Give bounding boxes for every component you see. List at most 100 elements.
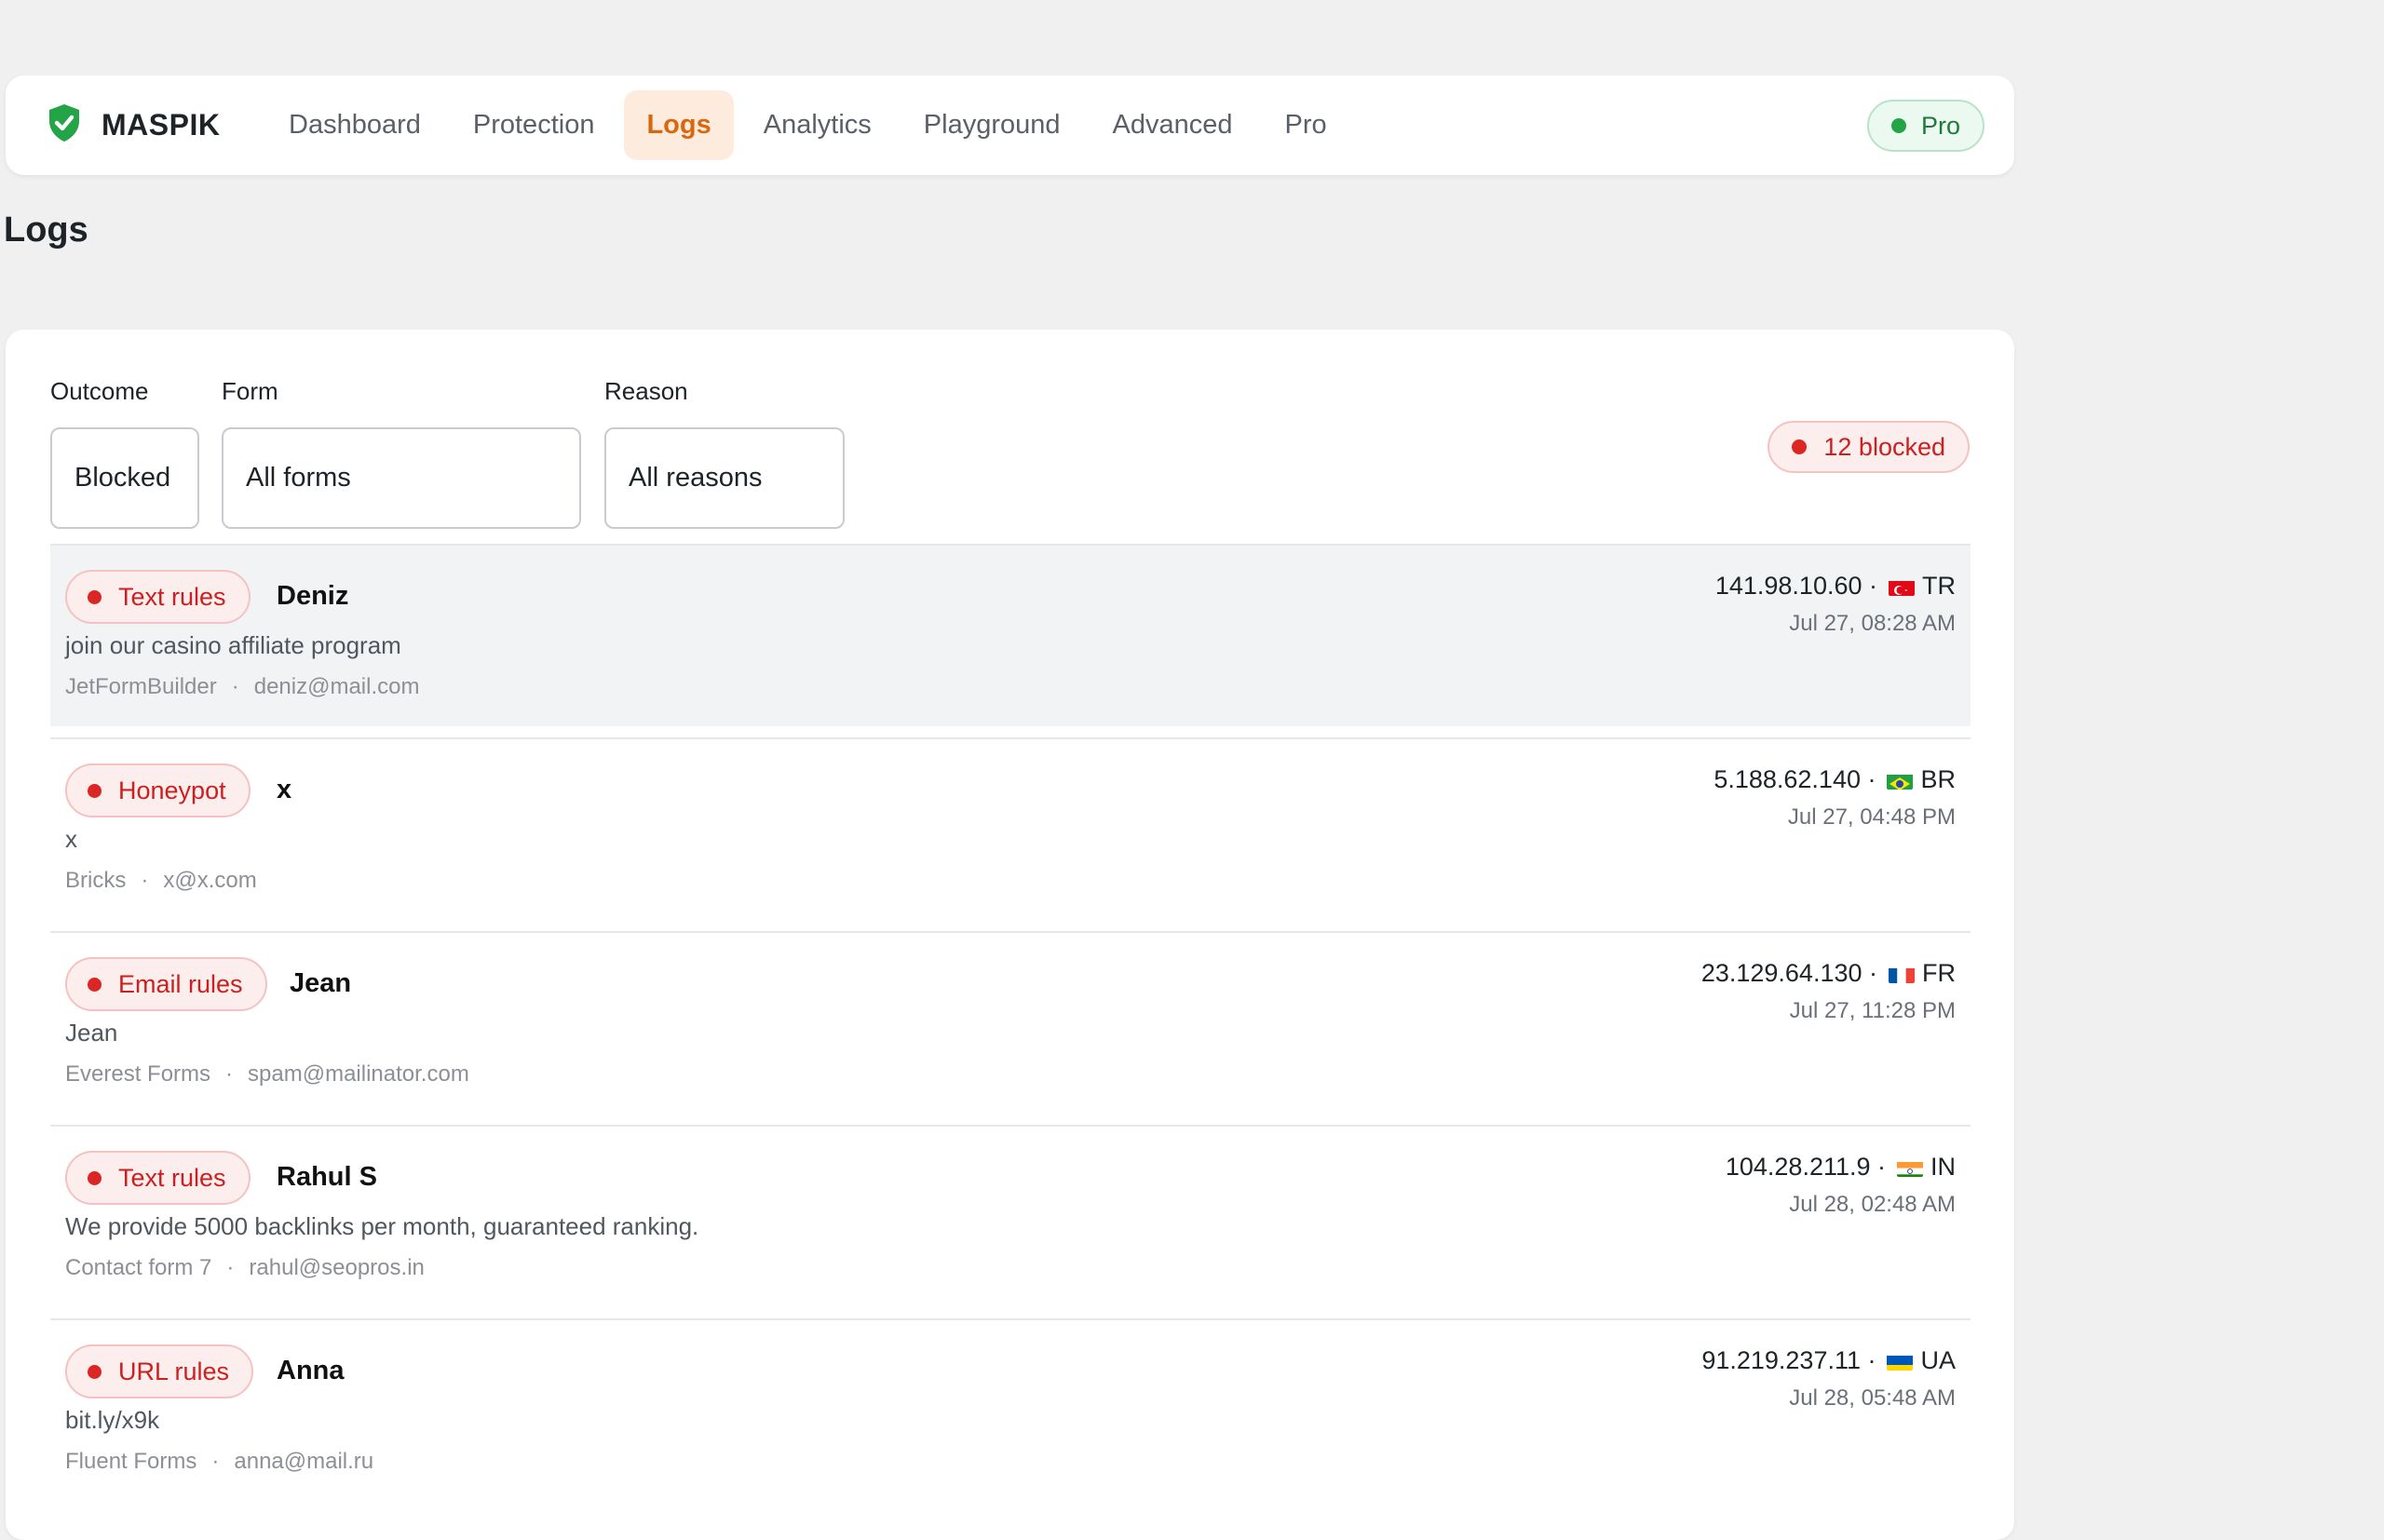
log-message: We provide 5000 backlinks per month, gua… (65, 1212, 699, 1240)
reason-label: Text rules (118, 1163, 226, 1192)
meta-separator: · (231, 674, 239, 699)
form-filter-label: Form (222, 377, 278, 405)
status-dot-icon (88, 1364, 102, 1379)
outcome-select[interactable]: Blocked (50, 427, 199, 529)
log-message: bit.ly/x9k (65, 1406, 160, 1434)
logs-card: Outcome Blocked Form All forms Reason Al… (6, 330, 2014, 1540)
outcome-filter-label: Outcome (50, 377, 149, 405)
page-title: Logs (4, 210, 88, 250)
log-row[interactable]: Text rules Rahul S We provide 5000 backl… (50, 1125, 1971, 1318)
pro-badge-label: Pro (1920, 111, 1960, 140)
sender-email: rahul@seopros.in (249, 1255, 425, 1280)
reason-badge: Text rules (65, 570, 251, 624)
sender-name: Rahul S (277, 1162, 377, 1192)
form-name: Fluent Forms (65, 1449, 197, 1474)
meta-separator: · (141, 868, 149, 893)
log-timestamp: Jul 28, 02:48 AM (1789, 1192, 1956, 1217)
nav-item-playground[interactable]: Playground (901, 90, 1083, 160)
log-row[interactable]: URL rules Anna bit.ly/x9k Fluent Forms · a… (50, 1318, 1971, 1512)
form-select[interactable]: All forms (222, 427, 581, 529)
ip-address: 141.98.10.60 · (1714, 572, 1877, 600)
ip-country: 5.188.62.140 · BR (1714, 765, 1956, 794)
form-name: Bricks (65, 868, 127, 893)
meta-separator: · (225, 1061, 234, 1087)
ip-country: 141.98.10.60 · TR (1715, 572, 1956, 601)
log-timestamp: Jul 27, 08:28 AM (1789, 611, 1956, 636)
form-name: JetFormBuilder (65, 674, 217, 699)
meta-separator: · (211, 1449, 220, 1474)
shield-check-icon (42, 101, 87, 150)
form-name: Contact form 7 (65, 1255, 212, 1280)
country-code: IN (1930, 1153, 1956, 1181)
form-name: Everest Forms (65, 1061, 211, 1087)
reason-label: Honeypot (118, 776, 226, 804)
ip-address: 5.188.62.140 · (1714, 765, 1876, 793)
reason-filter-label: Reason (604, 377, 688, 405)
log-timestamp: Jul 27, 04:48 PM (1787, 804, 1956, 830)
country-code: BR (1920, 765, 1956, 793)
india-flag-icon (1897, 1158, 1923, 1177)
reason-badge: Honeypot (65, 763, 251, 817)
log-meta: Contact form 7 · rahul@seopros.in (65, 1255, 425, 1281)
ip-country: 104.28.211.9 · IN (1726, 1153, 1956, 1182)
sender-email: deniz@mail.com (253, 674, 420, 699)
sender-email: anna@mail.ru (234, 1449, 374, 1474)
brazil-flag-icon (1887, 771, 1914, 790)
outcome-filter: Outcome Blocked (50, 376, 199, 529)
nav-item-logs[interactable]: Logs (624, 90, 734, 160)
log-row[interactable]: Honeypot x x Bricks · x@x.com 5.188.62.140… (50, 737, 1971, 931)
status-dot-icon (88, 1170, 102, 1185)
ip-country: 23.129.64.130 · FR (1701, 959, 1956, 988)
brand[interactable]: MASPIK (42, 101, 220, 150)
log-timestamp: Jul 28, 05:48 AM (1789, 1385, 1956, 1411)
log-message: Jean (65, 1019, 118, 1047)
status-dot-icon (1890, 118, 1906, 133)
reason-label: Email rules (118, 969, 243, 998)
country-code: FR (1922, 959, 1956, 987)
status-dot-icon (88, 783, 102, 798)
reason-badge: Email rules (65, 957, 267, 1011)
nav-item-protection[interactable]: Protection (451, 90, 617, 160)
blocked-count-label: 12 blocked (1823, 432, 1945, 461)
brand-name: MASPIK (102, 108, 221, 142)
sender-name: Anna (277, 1356, 345, 1385)
log-meta: Fluent Forms · anna@mail.ru (65, 1449, 373, 1475)
log-meta: Everest Forms · spam@mailinator.com (65, 1061, 469, 1087)
ip-address: 23.129.64.130 · (1700, 959, 1877, 987)
ip-address: 91.219.237.11 · (1701, 1346, 1876, 1374)
nav-item-advanced[interactable]: Advanced (1090, 90, 1255, 160)
main-nav: Dashboard Protection Logs Analytics Play… (266, 90, 1357, 160)
country-code: TR (1922, 572, 1956, 600)
reason-select[interactable]: All reasons (604, 427, 845, 529)
country-code: UA (1920, 1346, 1956, 1374)
sender-name: x (277, 775, 292, 804)
sender-name: Deniz (277, 581, 349, 611)
log-message: x (65, 825, 77, 853)
meta-separator: · (226, 1255, 235, 1280)
status-dot-icon (1792, 439, 1808, 454)
nav-item-dashboard[interactable]: Dashboard (266, 90, 443, 160)
ukraine-flag-icon (1887, 1352, 1914, 1371)
ip-country: 91.219.237.11 · UA (1701, 1346, 1956, 1375)
log-row[interactable]: Email rules Jean Jean Everest Forms · spam… (50, 931, 1971, 1125)
nav-item-analytics[interactable]: Analytics (741, 90, 894, 160)
log-list: Text rules Deniz join our casino affilia… (50, 544, 1971, 1512)
log-message: join our casino affiliate program (65, 631, 401, 659)
log-row[interactable]: Text rules Deniz join our casino affilia… (50, 544, 1971, 726)
log-timestamp: Jul 27, 11:28 PM (1789, 998, 1956, 1023)
pro-status-badge[interactable]: Pro (1866, 100, 1984, 152)
blocked-count-badge: 12 blocked (1768, 421, 1970, 473)
log-meta: JetFormBuilder · deniz@mail.com (65, 674, 419, 700)
ip-address: 104.28.211.9 · (1725, 1153, 1886, 1181)
reason-badge: URL rules (65, 1344, 254, 1398)
turkey-flag-icon (1889, 577, 1915, 596)
france-flag-icon (1889, 965, 1915, 983)
reason-label: URL rules (118, 1357, 230, 1385)
status-dot-icon (88, 977, 102, 992)
nav-item-pro[interactable]: Pro (1263, 90, 1349, 160)
sender-email: spam@mailinator.com (248, 1061, 469, 1087)
reason-filter: Reason All reasons (604, 376, 845, 529)
form-filter: Form All forms (222, 376, 581, 529)
status-dot-icon (88, 589, 102, 604)
reason-label: Text rules (118, 582, 226, 611)
